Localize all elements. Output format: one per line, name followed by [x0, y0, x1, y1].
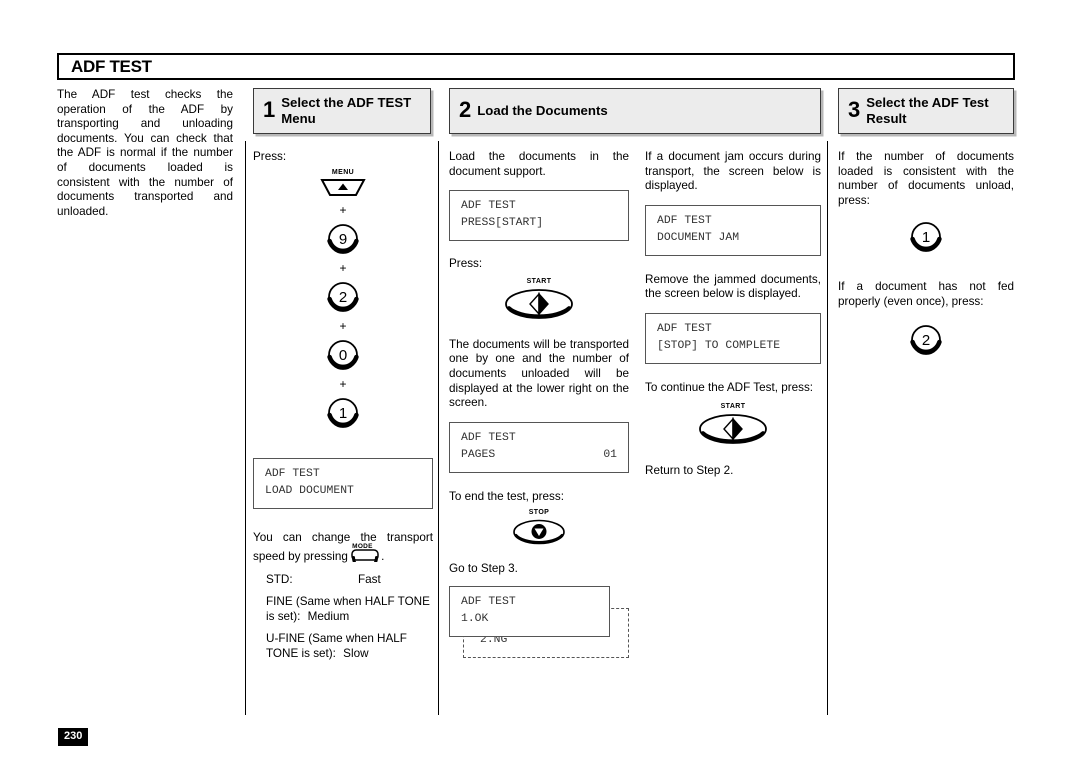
- speed-row-ufine-value: Slow: [343, 646, 369, 660]
- lcd-result-line1: ADF TEST: [461, 595, 516, 608]
- lcd-stop-to-complete: ADF TEST [STOP] TO COMPLETE: [645, 312, 821, 364]
- lcd-pages-count: ADF TEST PAGES 01: [449, 421, 629, 473]
- jam-paragraph-3: To continue the ADF Test, press:: [645, 380, 814, 394]
- numeric-key-1-icon[interactable]: 1: [325, 395, 361, 431]
- key-plus-4: +: [339, 376, 347, 391]
- numeric-key-2-value: 2: [339, 289, 347, 306]
- stop-key-label: STOP: [528, 509, 550, 517]
- menu-key-icon[interactable]: [319, 177, 367, 199]
- step3-paragraph-2: If a document has not fed properly (even…: [838, 280, 1014, 308]
- intro-column: The ADF test checks the operation of the…: [57, 88, 233, 219]
- key-plus-2: +: [339, 260, 347, 275]
- numeric-key-0-icon[interactable]: 0: [325, 337, 361, 373]
- lcd-stop-complete-line2: [STOP] TO COMPLETE: [657, 339, 781, 352]
- column-divider-3: [827, 141, 828, 715]
- numeric-key-1-value: 1: [339, 405, 347, 422]
- step2-goto-step3: Go to Step 3.: [449, 562, 518, 576]
- lcd-document-jam-line2: DOCUMENT JAM: [657, 231, 740, 244]
- numeric-key-2-icon[interactable]: 2: [908, 322, 944, 358]
- lcd-result-select: ADF TEST 1.OK: [449, 585, 610, 637]
- lcd-press-start-line1: ADF TEST: [461, 200, 516, 213]
- step3-paragraph-1: If the number of documents loaded is con…: [838, 150, 1014, 207]
- start-key-label: START: [526, 277, 552, 285]
- start-key-icon[interactable]: [503, 286, 575, 322]
- result-ng-key-group: 2: [838, 322, 1014, 358]
- step2-column-right: If a document jam occurs during transpor…: [645, 150, 821, 489]
- step2-paragraph-2: The documents will be transported one by…: [449, 337, 629, 410]
- result-ok-key-value: 1: [922, 229, 930, 246]
- intro-paragraph: The ADF test checks the operation of the…: [57, 88, 233, 218]
- result-ok-key-group: 1: [838, 219, 1014, 255]
- lcd-load-document-line2: LOAD DOCUMENT: [265, 484, 354, 497]
- stop-key-icon[interactable]: [511, 517, 567, 547]
- step-header-3: 3 Select the ADF Test Result: [838, 88, 1014, 134]
- numeric-key-0-value: 0: [339, 347, 347, 364]
- stop-key-group: STOP: [449, 509, 629, 547]
- step2-paragraph-1: Load the documents in the document suppo…: [449, 150, 629, 178]
- lcd-result-line2: 1.OK: [461, 612, 489, 625]
- speed-row-ufine-name: U-FINE (Same when HALF TONE is set):: [266, 632, 407, 660]
- step-header-1: 1 Select the ADF TEST Menu: [253, 88, 431, 134]
- step-label-1: Select the ADF TEST Menu: [281, 95, 412, 126]
- lcd-press-start-line2: PRESS[START]: [461, 217, 544, 230]
- lcd-load-document-line1: ADF TEST: [265, 467, 320, 480]
- lcd-press-start: ADF TEST PRESS[START]: [449, 190, 629, 242]
- speed-row-std-name: STD:: [266, 572, 293, 586]
- step1-column: Press: MENU + 9 + 2 + 0 + 1 ADF TEST LOA…: [253, 150, 433, 670]
- speed-row-std: STD: Fast: [266, 573, 433, 588]
- jam-return-step2: Return to Step 2.: [645, 463, 734, 477]
- lcd-pages-line1: ADF TEST: [461, 431, 516, 444]
- column-divider-2: [438, 141, 439, 715]
- step2-press-label: Press:: [449, 257, 483, 271]
- result-ng-key-value: 2: [922, 332, 930, 349]
- key-plus-1: +: [339, 202, 347, 217]
- continue-start-key-label: START: [720, 402, 746, 410]
- mode-key-icon[interactable]: [351, 548, 379, 562]
- step1-key-sequence: MENU + 9 + 2 + 0 + 1: [253, 169, 433, 431]
- step-number-1: 1: [263, 97, 276, 122]
- speed-row-ufine: U-FINE (Same when HALF TONE is set): Slo…: [266, 632, 433, 661]
- step-number-2: 2: [459, 97, 472, 122]
- transport-speed-text-end: .: [381, 549, 385, 563]
- step1-press-label: Press:: [253, 150, 287, 163]
- step3-column: If the number of documents loaded is con…: [838, 150, 1014, 358]
- transport-speed-list: STD: Fast FINE (Same when HALF TONE is s…: [266, 573, 433, 662]
- lcd-stop-complete-line1: ADF TEST: [657, 322, 712, 335]
- lcd-pages-label: PAGES: [461, 448, 496, 461]
- lcd-result-options-wrap: 2.NG ADF TEST 1.OK: [449, 585, 629, 658]
- step-label-3: Select the ADF Test Result: [866, 95, 989, 126]
- speed-row-std-value: Fast: [358, 572, 381, 586]
- jam-paragraph-2: Remove the jammed documents, the screen …: [645, 272, 821, 301]
- column-divider-1: [245, 141, 246, 715]
- numeric-key-1-icon[interactable]: 1: [908, 219, 944, 255]
- transport-speed-text: You can change the transport speed by pr…: [253, 530, 433, 563]
- step-header-2: 2 Load the Documents: [449, 88, 821, 134]
- numeric-key-2-icon[interactable]: 2: [325, 279, 361, 315]
- numeric-key-9-icon[interactable]: 9: [325, 221, 361, 257]
- key-plus-3: +: [339, 318, 347, 333]
- lcd-document-jam-line1: ADF TEST: [657, 214, 712, 227]
- speed-row-fine: FINE (Same when HALF TONE is set): Mediu…: [266, 595, 433, 624]
- step-label-2: Load the Documents: [477, 103, 608, 118]
- step2-column-left: Load the documents in the document suppo…: [449, 150, 629, 658]
- start-key-icon[interactable]: [697, 411, 769, 447]
- numeric-key-9-value: 9: [339, 231, 347, 248]
- lcd-document-jam: ADF TEST DOCUMENT JAM: [645, 204, 821, 256]
- page-title: ADF TEST: [71, 57, 152, 76]
- step-number-3: 3: [848, 97, 861, 122]
- jam-paragraph-1: If a document jam occurs during transpor…: [645, 150, 821, 193]
- start-key-group: START: [449, 278, 629, 322]
- step2-end-test-label: To end the test, press:: [449, 489, 564, 503]
- page-title-bar: ADF TEST: [57, 53, 1015, 80]
- lcd-load-document: ADF TEST LOAD DOCUMENT: [253, 457, 433, 509]
- speed-row-fine-value: Medium: [307, 609, 350, 623]
- continue-start-key-group: START: [645, 403, 821, 447]
- menu-key-label: MENU: [331, 168, 355, 176]
- lcd-pages-value: 01: [603, 448, 617, 461]
- transport-speed-paragraph: You can change the transport speed by pr…: [253, 528, 433, 566]
- page-number-badge: 230: [58, 728, 89, 746]
